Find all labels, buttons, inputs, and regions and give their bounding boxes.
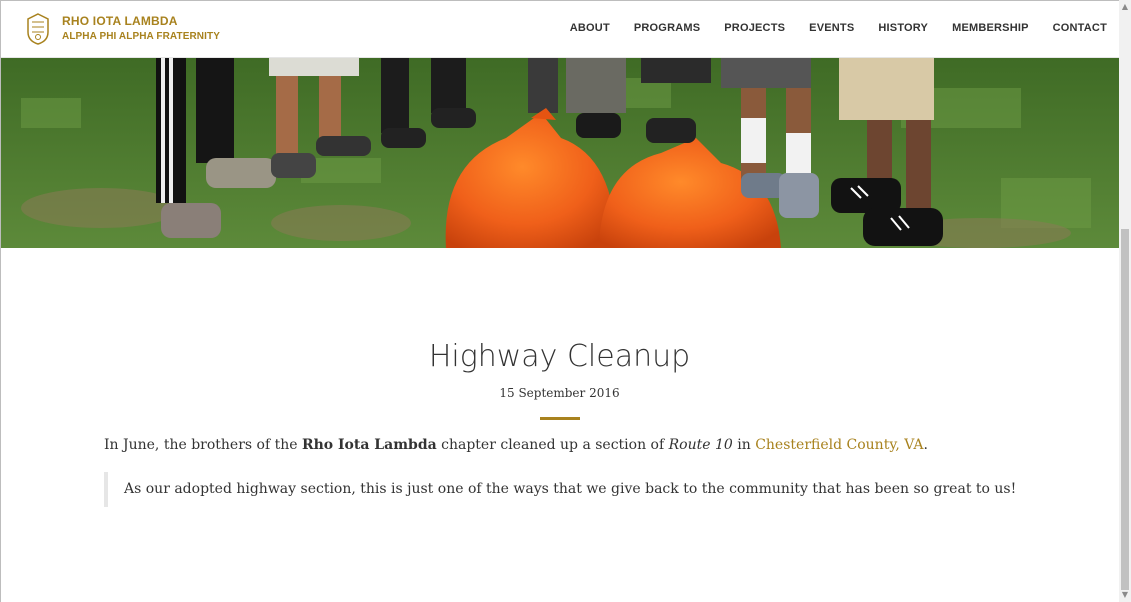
scrollbar-thumb[interactable]: [1121, 229, 1129, 590]
chapter-name: Rho Iota Lambda: [301, 437, 437, 453]
post-date: 15 September 2016: [499, 386, 620, 400]
nav-item-about[interactable]: ABOUT: [570, 22, 610, 34]
nav-item-history[interactable]: HISTORY: [878, 22, 928, 34]
title-divider: [540, 417, 580, 420]
para-end: .: [923, 437, 928, 453]
fraternity-crest-icon[interactable]: [25, 12, 51, 46]
nav-item-events[interactable]: EVENTS: [809, 22, 854, 34]
main-nav: ABOUT PROGRAMS PROJECTS EVENTS HISTORY M…: [570, 22, 1107, 34]
post-paragraph: In June, the brothers of the Rho Iota La…: [104, 437, 928, 453]
route-name: Route 10: [668, 437, 733, 453]
brand-name: RHO IOTA LAMBDA: [62, 14, 178, 28]
post-blockquote: As our adopted highway section, this is …: [104, 472, 1016, 507]
site-header: RHO IOTA LAMBDA ALPHA PHI ALPHA FRATERNI…: [1, 1, 1119, 58]
hero-image: [1, 58, 1119, 248]
nav-item-projects[interactable]: PROJECTS: [724, 22, 785, 34]
vertical-scrollbar[interactable]: ▲ ▼: [1119, 0, 1131, 602]
para-prefix: In June, the brothers of the: [104, 437, 302, 453]
chesterfield-link[interactable]: Chesterfield County, VA: [755, 437, 923, 453]
post-title: Highway Cleanup: [428, 339, 691, 374]
nav-item-contact[interactable]: CONTACT: [1053, 22, 1107, 34]
scroll-down-arrow-icon[interactable]: ▼: [1119, 588, 1131, 602]
para-in: in: [732, 437, 756, 453]
para-middle: chapter cleaned up a section of: [436, 437, 669, 453]
brand-subtitle: ALPHA PHI ALPHA FRATERNITY: [62, 31, 220, 42]
nav-item-membership[interactable]: MEMBERSHIP: [952, 22, 1029, 34]
scroll-up-arrow-icon[interactable]: ▲: [1119, 0, 1131, 14]
nav-item-programs[interactable]: PROGRAMS: [634, 22, 700, 34]
brand[interactable]: RHO IOTA LAMBDA ALPHA PHI ALPHA FRATERNI…: [62, 14, 220, 45]
